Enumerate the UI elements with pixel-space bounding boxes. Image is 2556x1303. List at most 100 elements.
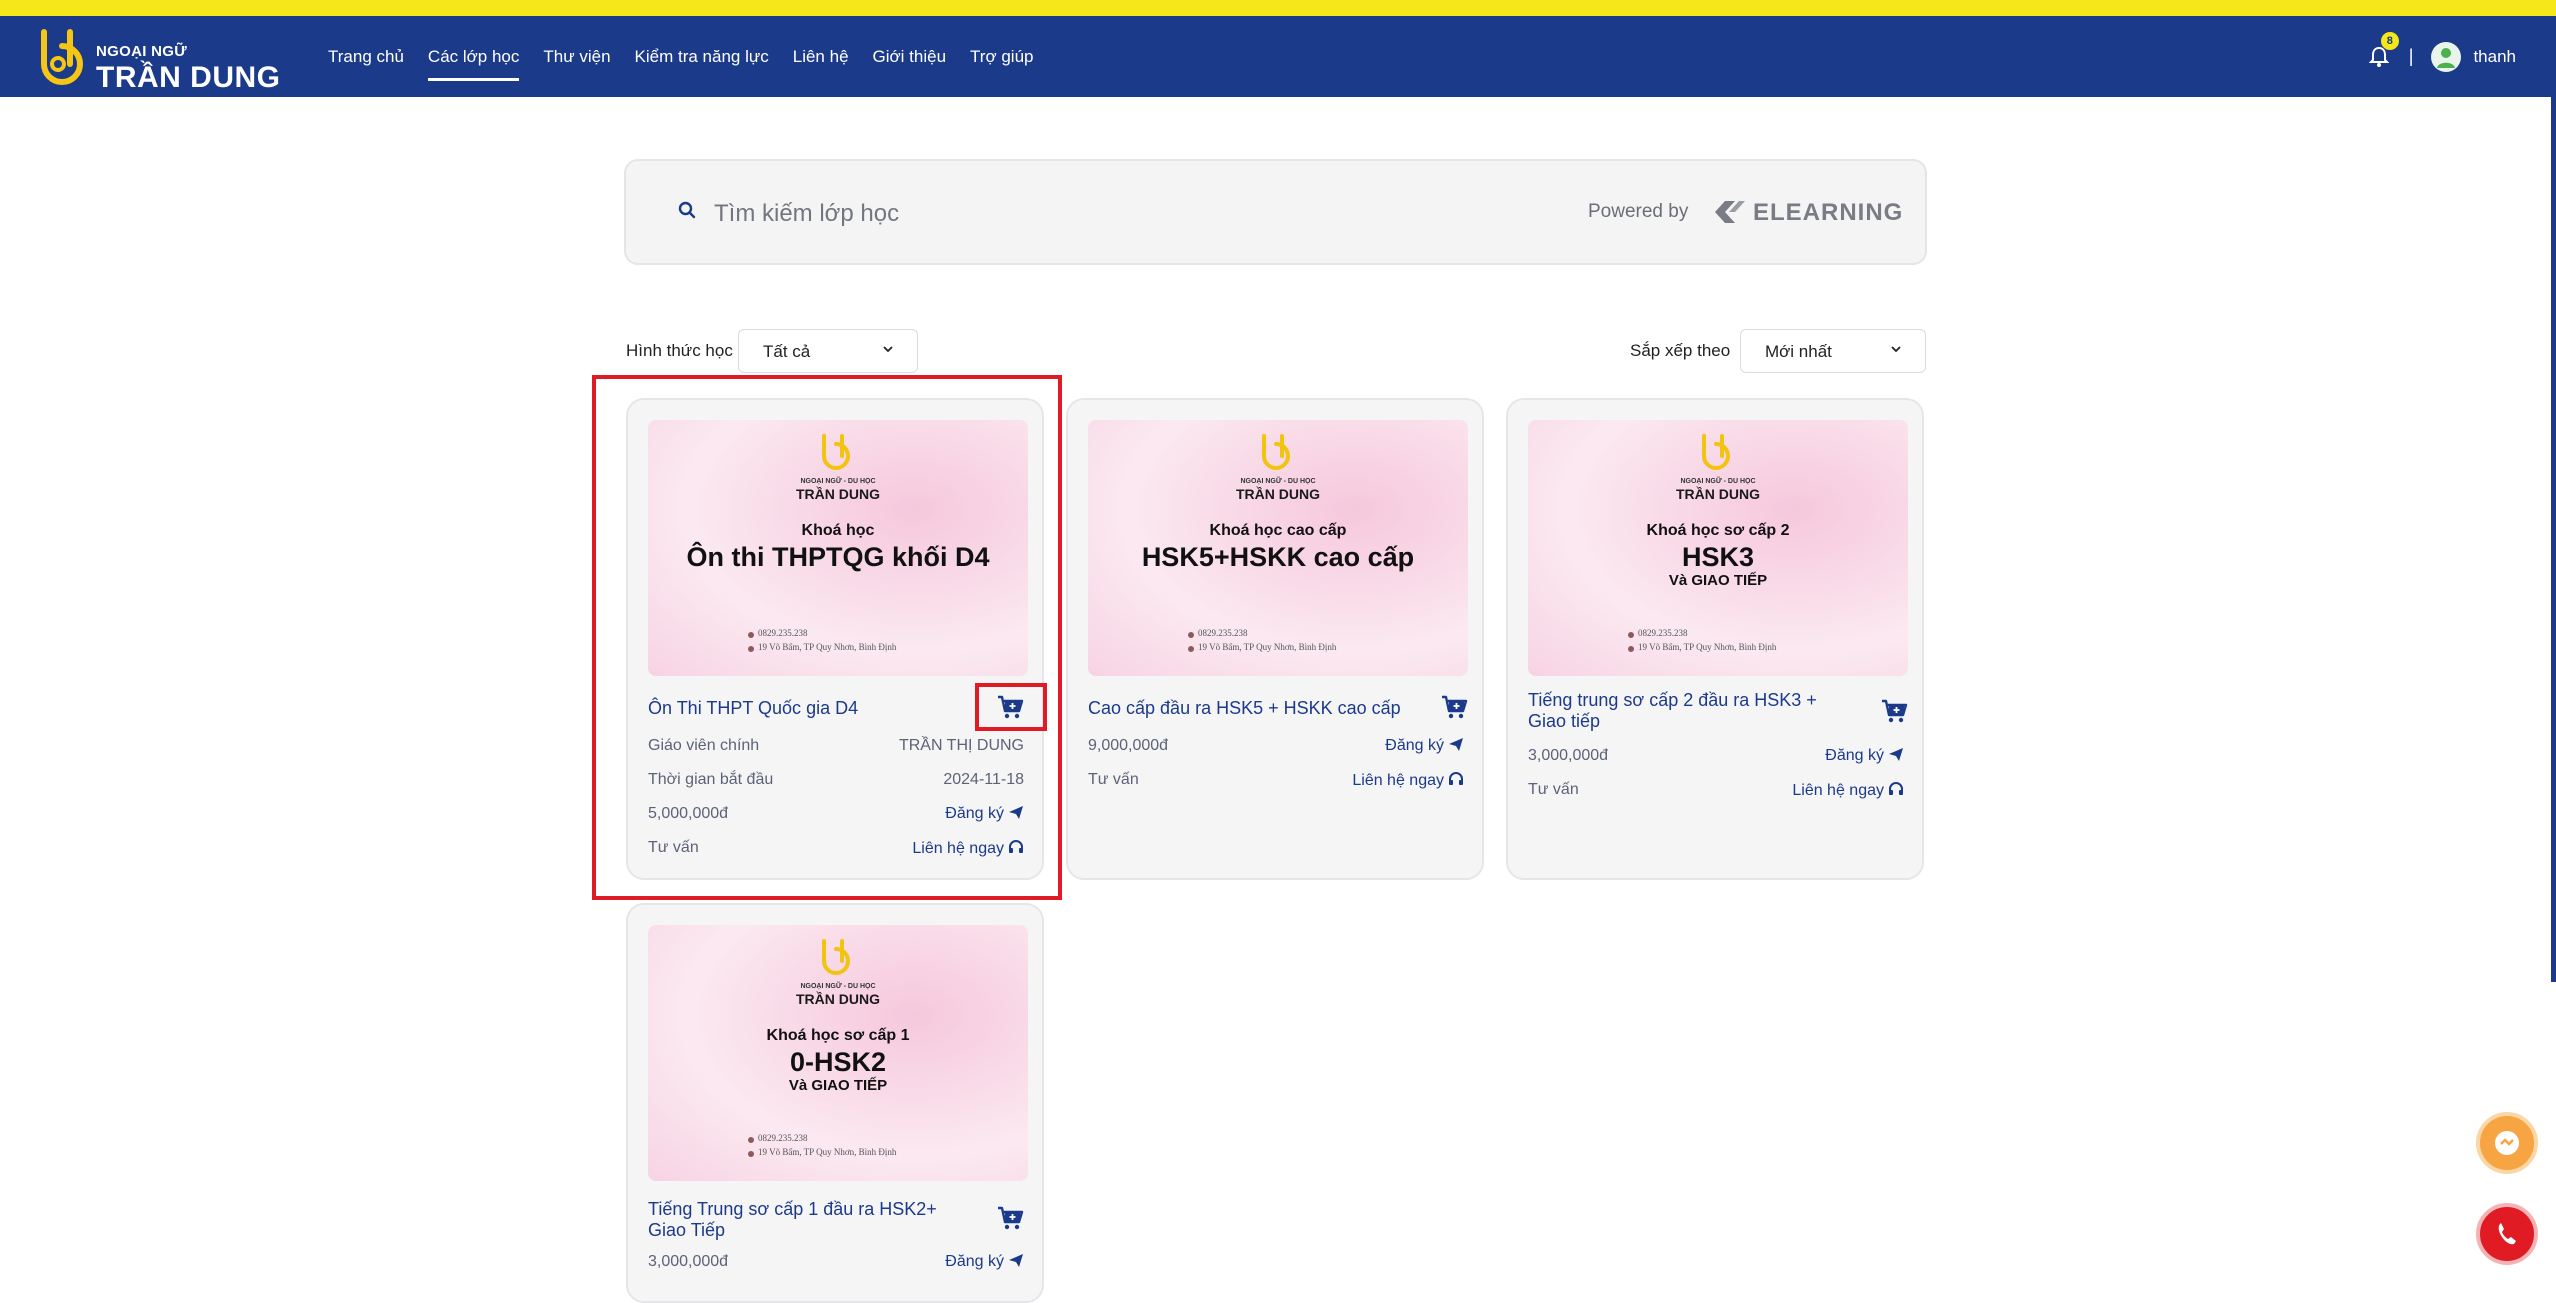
contact-label: Liên hệ ngay — [1792, 782, 1884, 799]
avatar[interactable] — [2431, 41, 2462, 72]
course-thumbnail[interactable]: NGOẠI NGỮ - DU HỌC TRẦN DUNG Khoá học sơ… — [648, 925, 1028, 1181]
thumb-tagline: NGOẠI NGỮ - DU HỌC — [800, 983, 876, 990]
register-label: Đăng ký — [945, 1253, 1004, 1270]
send-icon — [1889, 748, 1903, 761]
location-pin-icon — [1628, 646, 1634, 652]
brand-small: NGOẠI NGỮ — [96, 43, 187, 60]
cart-icon[interactable] — [1880, 698, 1910, 726]
cart-icon[interactable] — [996, 1205, 1026, 1233]
contact-label: Liên hệ ngay — [1352, 772, 1444, 789]
thumb-address: 19 Võ Bẩm, TP Quy Nhơn, Bình Định — [1638, 642, 1777, 652]
sort-value: Mới nhất — [1765, 342, 1832, 361]
thumb-title: HSK3 — [1681, 542, 1755, 572]
nav-assessment[interactable]: Kiểm tra năng lực — [635, 16, 769, 97]
thumb-title: HSK5+HSKK cao cấp — [1141, 542, 1415, 572]
thumb-phone: 0829.235.238 — [1638, 628, 1688, 638]
nav-classes[interactable]: Các lớp học — [427, 16, 520, 97]
price: 3,000,000đ — [1528, 747, 1609, 764]
register-link[interactable]: Đăng ký — [1385, 737, 1464, 755]
sort-label: Sắp xếp theo — [1630, 341, 1731, 360]
username[interactable]: thanh — [2473, 47, 2516, 67]
thumb-kind: Khoá học cao cấp — [1209, 522, 1347, 539]
call-button[interactable] — [2476, 1203, 2538, 1265]
phone-icon — [2498, 1223, 2516, 1245]
chevron-down-icon — [1891, 346, 1901, 353]
brand-mark-icon — [1702, 434, 1730, 470]
thumb-title: 0-HSK2 — [789, 1047, 887, 1077]
cart-icon[interactable] — [1440, 694, 1470, 722]
search-bar: Powered by ELEARNING — [624, 159, 1927, 265]
search-input[interactable] — [712, 191, 1416, 237]
chat-button[interactable] — [2476, 1112, 2538, 1174]
nav-help[interactable]: Trợ giúp — [970, 16, 1033, 97]
thumb-tagline: NGOẠI NGỮ - DU HỌC — [1240, 478, 1316, 485]
thumb-subtitle: Và GIAO TIẾP — [788, 1077, 888, 1094]
mode-filter-label: Hình thức học — [626, 341, 733, 360]
thumb-phone: 0829.235.238 — [758, 1133, 808, 1143]
course-title[interactable]: Tiếng Trung sơ cấp 1 đầu ra HSK2+ Giao T… — [648, 1199, 968, 1241]
brand-mark-icon — [822, 939, 850, 975]
thumb-kind: Khoá học sơ cấp 2 — [1646, 522, 1790, 539]
thumb-subtitle: Và GIAO TIẾP — [1668, 572, 1768, 589]
register-label: Đăng ký — [1825, 747, 1884, 764]
thumb-address: 19 Võ Bẩm, TP Quy Nhơn, Bình Định — [1198, 642, 1337, 652]
chat-icon — [2495, 1131, 2519, 1155]
price: 9,000,000đ — [1088, 737, 1169, 754]
register-link[interactable]: Đăng ký — [1825, 747, 1904, 765]
consult-label: Tư vấn — [1088, 771, 1139, 788]
search-icon[interactable] — [678, 201, 696, 219]
phone-dot — [1628, 632, 1634, 638]
phone-dot — [1188, 632, 1194, 638]
nav-about[interactable]: Giới thiệu — [873, 16, 947, 97]
selection-highlight — [592, 375, 1062, 900]
course-card[interactable]: NGOẠI NGỮ - DU HỌC TRẦN DUNG Khoá học sơ… — [626, 903, 1044, 1303]
top-stripe — [0, 0, 2556, 16]
price: 3,000,000đ — [648, 1253, 729, 1270]
elearning-brand: ELEARNING — [1753, 199, 1904, 226]
nav-library[interactable]: Thư viện — [543, 16, 610, 97]
thumb-kind: Khoá học sơ cấp 1 — [766, 1027, 910, 1044]
thumb-tagline: NGOẠI NGỮ - DU HỌC — [1680, 478, 1756, 485]
powered-by: Powered by — [1588, 201, 1689, 222]
contact-link[interactable]: Liên hệ ngay — [1352, 771, 1464, 790]
sort-select[interactable]: Mới nhất — [1740, 329, 1926, 373]
thumb-address: 19 Võ Bẩm, TP Quy Nhơn, Bình Định — [758, 1147, 897, 1157]
register-label: Đăng ký — [1385, 737, 1444, 754]
nav-contact[interactable]: Liên hệ — [793, 16, 849, 97]
elearning-logo-icon — [1715, 201, 1745, 223]
thumb-brand: TRẦN DUNG — [796, 991, 880, 1007]
bell-icon[interactable]: 8 — [2368, 31, 2399, 68]
mode-filter-value: Tất cả — [763, 342, 811, 361]
headset-icon — [1889, 782, 1903, 795]
cart-highlight — [975, 683, 1047, 731]
course-title[interactable]: Tiếng trung sơ cấp 2 đầu ra HSK3 + Giao … — [1528, 690, 1848, 732]
course-thumbnail[interactable]: NGOẠI NGỮ - DU HỌC TRẦN DUNG Khoá học sơ… — [1528, 420, 1908, 676]
consult-row: Tư vấn Liên hệ ngay — [1528, 781, 1904, 803]
course-card[interactable]: NGOẠI NGỮ - DU HỌC TRẦN DUNG Khoá học ca… — [1066, 398, 1484, 880]
course-thumbnail[interactable]: NGOẠI NGỮ - DU HỌC TRẦN DUNG Khoá học ca… — [1088, 420, 1468, 676]
main-nav: Trang chủ Các lớp học Thư viện Kiểm tra … — [328, 16, 1057, 97]
send-icon — [1009, 1254, 1023, 1267]
price-row: 3,000,000đ Đăng ký — [1528, 747, 1904, 769]
course-title[interactable]: Cao cấp đầu ra HSK5 + HSKK cao cấp — [1088, 698, 1438, 719]
scrollbar[interactable] — [2551, 97, 2556, 982]
mode-filter-select[interactable]: Tất cả — [738, 329, 918, 373]
navbar: NGOẠI NGỮ TRẦN DUNG Trang chủ Các lớp họ… — [0, 16, 2556, 97]
register-link[interactable]: Đăng ký — [945, 1253, 1024, 1271]
headset-icon — [1449, 772, 1463, 785]
thumb-brand: TRẦN DUNG — [1236, 486, 1320, 502]
user-area: 8 | thanh — [2368, 16, 2516, 97]
divider: | — [2408, 46, 2414, 66]
brand-mark-icon — [41, 29, 83, 85]
thumb-brand: TRẦN DUNG — [1676, 486, 1760, 502]
brand-mark-icon — [1262, 434, 1290, 470]
brand-logo[interactable]: NGOẠI NGỮ TRẦN DUNG — [36, 26, 296, 94]
send-icon — [1449, 738, 1463, 751]
price-row: 9,000,000đ Đăng ký — [1088, 737, 1464, 759]
course-card[interactable]: NGOẠI NGỮ - DU HỌC TRẦN DUNG Khoá học sơ… — [1506, 398, 1924, 880]
location-pin-icon — [1188, 646, 1194, 652]
contact-link[interactable]: Liên hệ ngay — [1792, 781, 1904, 800]
consult-label: Tư vấn — [1528, 781, 1579, 798]
nav-home[interactable]: Trang chủ — [328, 16, 404, 97]
thumb-phone: 0829.235.238 — [1198, 628, 1248, 638]
